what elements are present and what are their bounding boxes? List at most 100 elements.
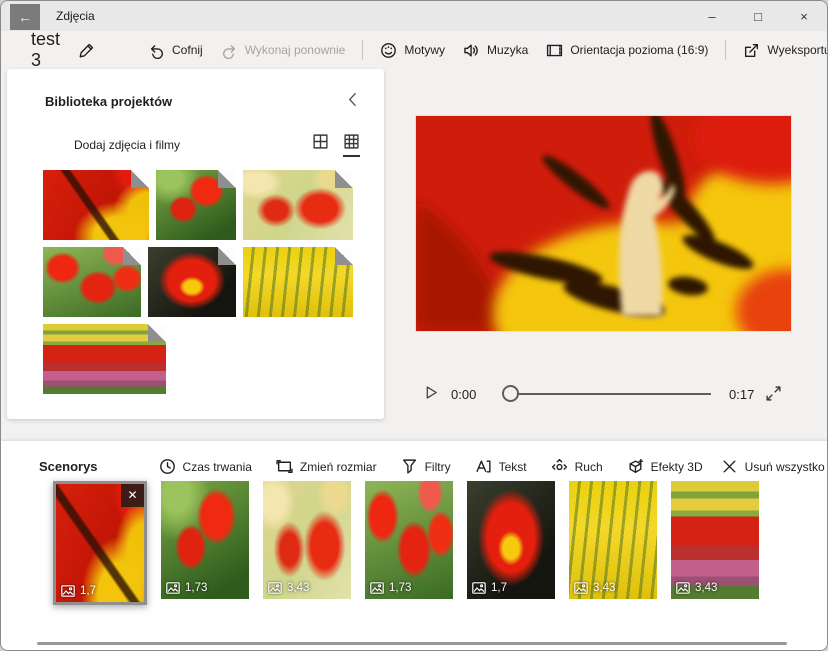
themes-button[interactable]: Motywy bbox=[371, 37, 454, 64]
music-label: Muzyka bbox=[487, 43, 528, 57]
duration-label: Czas trwania bbox=[183, 460, 252, 474]
resize-icon bbox=[276, 458, 293, 475]
back-button[interactable]: ← bbox=[10, 4, 40, 30]
maximize-button[interactable]: □ bbox=[735, 1, 781, 31]
player-controls: 0:00 0:17 bbox=[416, 377, 791, 411]
seek-thumb[interactable] bbox=[502, 385, 519, 402]
duration-button[interactable]: Czas trwania bbox=[150, 453, 261, 480]
window-controls: – □ × bbox=[689, 1, 827, 31]
back-arrow-icon: ← bbox=[18, 9, 32, 25]
photo-icon bbox=[574, 582, 588, 594]
play-icon bbox=[424, 385, 439, 400]
library-thumbnail-red-tulips-bokeh[interactable] bbox=[243, 170, 353, 240]
titlebar: ← Zdjęcia – □ × bbox=[1, 1, 827, 31]
add-photos-button[interactable]: Dodaj zdjęcia i filmy bbox=[45, 136, 180, 153]
tulip-macro-frame bbox=[416, 116, 791, 331]
motion-button[interactable]: Ruch bbox=[542, 453, 612, 480]
app-title: Zdjęcia bbox=[56, 9, 95, 23]
orientation-button[interactable]: Orientacja pozioma (16:9) bbox=[537, 37, 717, 64]
library-thumbnail-yellow-field[interactable] bbox=[243, 247, 353, 317]
filters-label: Filtry bbox=[425, 460, 451, 474]
clip-4[interactable]: 1,73 bbox=[365, 481, 453, 599]
clip-duration-badge: 1,7 bbox=[61, 585, 96, 597]
library-thumbnail-tulip-macro[interactable] bbox=[43, 170, 149, 240]
horizontal-scrollbar[interactable] bbox=[37, 642, 787, 645]
effects-3d-button[interactable]: Efekty 3D bbox=[618, 453, 712, 480]
effects-3d-label: Efekty 3D bbox=[651, 460, 703, 474]
toolbar-separator bbox=[725, 40, 726, 60]
clip-duration: 1,7 bbox=[80, 585, 96, 597]
remove-clip-button[interactable]: ✕ bbox=[121, 484, 144, 507]
folded-corner-icon bbox=[218, 247, 236, 265]
rename-project-button[interactable] bbox=[72, 37, 101, 64]
clock-icon bbox=[159, 458, 176, 475]
small-grid-view-button[interactable] bbox=[343, 133, 360, 156]
clip-6[interactable]: 3,43 bbox=[569, 481, 657, 599]
undo-button[interactable]: Cofnij bbox=[139, 37, 212, 64]
export-share-button[interactable]: Wyeksportuj lub udostępnij bbox=[734, 37, 828, 64]
redo-icon bbox=[221, 42, 238, 59]
seek-bar[interactable] bbox=[504, 393, 711, 395]
maximize-icon: □ bbox=[754, 9, 762, 24]
storyboard-title: Scenorys bbox=[39, 459, 98, 474]
collapse-panel-button[interactable] bbox=[343, 89, 364, 113]
clip-1-selected[interactable]: ✕ 1,7 bbox=[53, 481, 147, 605]
clip-duration-badge: 1,73 bbox=[370, 582, 411, 594]
clip-5[interactable]: 1,7 bbox=[467, 481, 555, 599]
close-button[interactable]: × bbox=[781, 1, 827, 31]
clip-2[interactable]: 1,73 bbox=[161, 481, 249, 599]
library-thumbnail-red-tulip-dark[interactable] bbox=[148, 247, 236, 317]
clip-duration: 1,73 bbox=[185, 582, 207, 594]
library-thumbnail-red-tulip-cluster[interactable] bbox=[43, 247, 141, 317]
text-button[interactable]: Tekst bbox=[466, 453, 536, 480]
photo-icon bbox=[166, 582, 180, 594]
undo-icon bbox=[148, 42, 165, 59]
close-icon: × bbox=[800, 9, 808, 24]
chevron-left-icon bbox=[345, 91, 362, 108]
folded-corner-icon bbox=[335, 247, 353, 265]
effects-3d-icon bbox=[627, 458, 644, 475]
text-label: Tekst bbox=[499, 460, 527, 474]
storyboard-header: Scenorys Czas trwania Zmień rozmiar Filt… bbox=[1, 441, 828, 480]
clip-duration-badge: 1,7 bbox=[472, 582, 507, 594]
minimize-button[interactable]: – bbox=[689, 1, 735, 31]
folded-corner-icon bbox=[148, 324, 166, 342]
photo-icon bbox=[61, 585, 75, 597]
remove-all-label: Usuń wszystko bbox=[745, 460, 825, 474]
video-preview[interactable] bbox=[416, 116, 791, 331]
clip-7[interactable]: 3,43 bbox=[671, 481, 759, 599]
grid-small-icon bbox=[343, 133, 360, 150]
orientation-label: Orientacja pozioma (16:9) bbox=[570, 43, 708, 57]
library-thumbnail-multicolor-field[interactable] bbox=[43, 324, 166, 394]
library-header: Biblioteka projektów bbox=[7, 69, 384, 113]
large-grid-view-button[interactable] bbox=[312, 133, 329, 156]
expand-icon bbox=[765, 385, 782, 402]
view-toggles bbox=[312, 133, 360, 156]
motion-label: Ruch bbox=[575, 460, 603, 474]
toolbar: test 3 Cofnij Wykonaj ponownie Motywy Mu… bbox=[1, 31, 827, 69]
palette-icon bbox=[380, 42, 397, 59]
filters-button[interactable]: Filtry bbox=[392, 453, 460, 480]
aspect-ratio-icon bbox=[546, 42, 563, 59]
clip-3[interactable]: 3,43 bbox=[263, 481, 351, 599]
library-thumbnail-two-red-tulips[interactable] bbox=[156, 170, 236, 240]
total-time: 0:17 bbox=[729, 387, 754, 402]
folded-corner-icon bbox=[131, 170, 149, 188]
resize-button[interactable]: Zmień rozmiar bbox=[267, 453, 386, 480]
play-button[interactable] bbox=[424, 385, 439, 403]
project-library-panel: Biblioteka projektów Dodaj zdjęcia i fil… bbox=[7, 69, 384, 419]
folded-corner-icon bbox=[335, 170, 353, 188]
close-icon: ✕ bbox=[127, 488, 137, 502]
clip-duration-badge: 3,43 bbox=[268, 582, 309, 594]
storyboard-clips: ✕ 1,7 1,73 3,43 bbox=[53, 481, 759, 605]
library-add-row: Dodaj zdjęcia i filmy bbox=[7, 113, 384, 156]
music-button[interactable]: Muzyka bbox=[454, 37, 537, 64]
undo-label: Cofnij bbox=[172, 43, 203, 57]
redo-button[interactable]: Wykonaj ponownie bbox=[212, 37, 355, 64]
storyboard-tools: Czas trwania Zmień rozmiar Filtry Tekst … bbox=[150, 453, 712, 480]
minimize-icon: – bbox=[708, 9, 715, 24]
clip-duration-badge: 1,73 bbox=[166, 582, 207, 594]
remove-all-button[interactable]: Usuń wszystko bbox=[712, 453, 828, 480]
export-label: Wyeksportuj lub udostępnij bbox=[767, 43, 828, 57]
fullscreen-button[interactable] bbox=[765, 385, 782, 405]
